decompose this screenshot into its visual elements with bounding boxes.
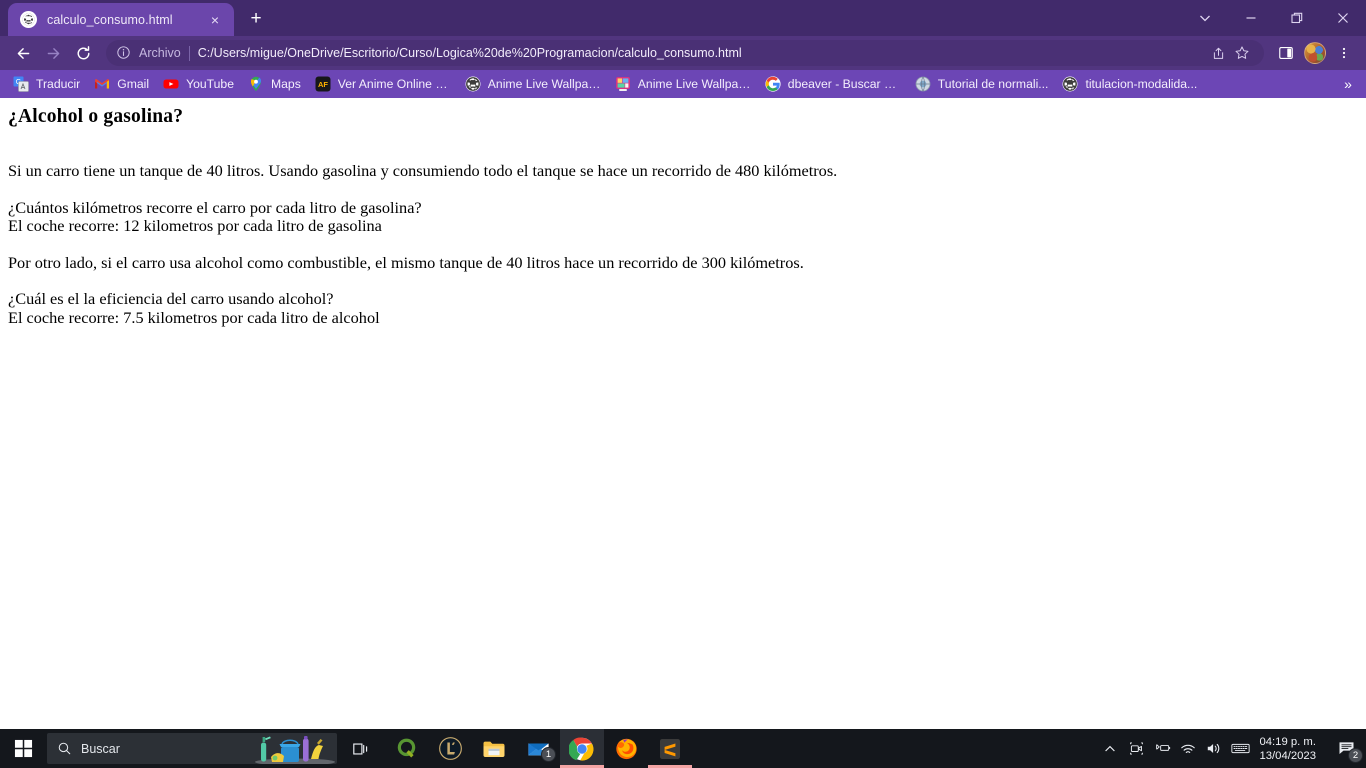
notifications-icon[interactable]: 2	[1326, 729, 1366, 768]
taskbar-app-file-explorer[interactable]	[472, 729, 516, 768]
bookmark-label: titulacion-modalida...	[1085, 77, 1198, 91]
page-spacer	[8, 128, 1358, 162]
three-dot-menu-icon[interactable]	[1330, 39, 1358, 67]
paragraph-problem-alcohol: Por otro lado, si el carro usa alcohol c…	[8, 252, 804, 272]
page-content: ¿Alcohol o gasolina? Si un carro tiene u…	[0, 98, 1366, 353]
close-window-icon[interactable]	[1320, 2, 1366, 34]
bookmark-label: Ver Anime Online H...	[337, 77, 451, 91]
minimize-icon[interactable]	[1228, 2, 1274, 34]
side-panel-icon[interactable]	[1272, 39, 1300, 67]
answer-km-por-litro-gasolina: El coche recorre: 12 kilometros por cada…	[8, 216, 382, 236]
youtube-icon	[163, 76, 179, 92]
google-g-icon	[765, 76, 781, 92]
windows-taskbar: Buscar 1 04:19 p. m. 13/04/2023 2	[0, 729, 1366, 768]
bookmark-titulacion-modalidad[interactable]: titulacion-modalida...	[1055, 73, 1204, 95]
back-button[interactable]	[8, 38, 38, 68]
star-icon[interactable]	[1230, 41, 1254, 65]
reload-button[interactable]	[68, 38, 98, 68]
taskbar-clock[interactable]: 04:19 p. m. 13/04/2023	[1253, 729, 1326, 768]
bookmark-traducir[interactable]: G Traducir	[6, 73, 87, 95]
paragraph-problem-gasolina: Si un carro tiene un tanque de 40 litros…	[8, 161, 838, 181]
page-viewport: ¿Alcohol o gasolina? Si un carro tiene u…	[0, 98, 1366, 729]
forward-button[interactable]	[38, 38, 68, 68]
tab-calculo-consumo[interactable]: calculo_consumo.html ×	[8, 3, 234, 36]
browser-window: calculo_consumo.html × + Archivo C:/User…	[0, 0, 1366, 729]
google-translate-icon: G	[13, 76, 29, 92]
omnibox-actions	[1206, 41, 1254, 65]
meet-camera-icon[interactable]	[1123, 729, 1149, 768]
page-title: ¿Alcohol o gasolina?	[8, 106, 184, 127]
tab-strip: calculo_consumo.html × +	[0, 0, 1366, 36]
tab-search-chevron-icon[interactable]	[1182, 2, 1228, 34]
close-icon[interactable]: ×	[204, 9, 226, 31]
bookmark-label: Maps	[270, 77, 301, 91]
bookmark-dbeaver-buscar[interactable]: dbeaver - Buscar co...	[758, 73, 908, 95]
volume-icon[interactable]	[1201, 729, 1227, 768]
bookmark-label: Anime Live Wallpap...	[487, 77, 601, 91]
taskbar-app-qgis[interactable]	[384, 729, 428, 768]
animeflv-icon: AF	[315, 76, 331, 92]
system-tray: 04:19 p. m. 13/04/2023 2	[1097, 729, 1366, 768]
browser-toolbar: Archivo C:/Users/migue/OneDrive/Escritor…	[0, 36, 1366, 70]
avatar[interactable]	[1304, 42, 1326, 64]
taskbar-app-sublime-text[interactable]	[648, 729, 692, 768]
bookmark-label: YouTube	[186, 77, 234, 91]
url-scheme-label: Archivo	[139, 46, 181, 60]
svg-text:AF: AF	[318, 80, 328, 89]
bookmark-maps[interactable]: Maps	[241, 73, 308, 95]
question-eficiencia-alcohol: ¿Cuál es el la eficiencia del carro usan…	[8, 289, 334, 309]
generic-site-icon	[915, 76, 931, 92]
bookmark-ver-anime-online[interactable]: AF Ver Anime Online H...	[308, 73, 458, 95]
bookmark-anime-live-wallpaper-1[interactable]: Anime Live Wallpap...	[458, 73, 608, 95]
new-tab-button[interactable]: +	[243, 5, 269, 31]
toolbar-right-actions	[1272, 39, 1358, 67]
tab-title: calculo_consumo.html	[47, 12, 173, 27]
bookmark-youtube[interactable]: YouTube	[156, 73, 241, 95]
bookmark-label: Traducir	[36, 77, 81, 91]
bookmark-gmail[interactable]: Gmail	[87, 73, 156, 95]
bluetooth-battery-icon[interactable]	[1149, 729, 1175, 768]
globe-icon	[20, 11, 37, 28]
search-icon	[47, 741, 81, 756]
omnibox-divider	[188, 45, 190, 61]
maximize-icon[interactable]	[1274, 2, 1320, 34]
info-circle-icon[interactable]	[116, 45, 132, 61]
bookmark-label: Tutorial de normali...	[937, 77, 1049, 91]
google-maps-icon	[248, 76, 264, 92]
windows-start-icon[interactable]	[0, 729, 47, 768]
search-decoration-image	[251, 733, 337, 764]
question-km-por-litro-gasolina: ¿Cuántos kilómetros recorre el carro por…	[8, 197, 422, 217]
globe-icon	[465, 76, 481, 92]
clock-time: 04:19 p. m.	[1259, 735, 1316, 748]
keyboard-icon[interactable]	[1227, 729, 1253, 768]
clock-date: 13/04/2023	[1259, 749, 1316, 762]
chevron-up-icon[interactable]	[1097, 729, 1123, 768]
bookmarks-bar: G Traducir Gmail	[0, 70, 1366, 98]
wifi-icon[interactable]	[1175, 729, 1201, 768]
bookmark-label: dbeaver - Buscar co...	[787, 77, 901, 91]
taskbar-search-box[interactable]: Buscar	[47, 733, 337, 764]
wallpaper-app-icon	[615, 76, 631, 92]
gmail-icon	[94, 76, 110, 92]
url-text[interactable]: C:/Users/migue/OneDrive/Escritorio/Curso…	[198, 46, 1206, 60]
taskbar-app-chrome[interactable]	[560, 729, 604, 768]
share-icon[interactable]	[1206, 41, 1230, 65]
address-bar[interactable]: Archivo C:/Users/migue/OneDrive/Escritor…	[106, 40, 1264, 66]
notifications-badge: 2	[1348, 748, 1363, 763]
bookmark-tutorial-normalizacion[interactable]: Tutorial de normali...	[908, 73, 1056, 95]
taskbar-app-firefox[interactable]	[604, 729, 648, 768]
bookmarks-overflow-button[interactable]: »	[1336, 76, 1360, 92]
window-controls	[1182, 0, 1366, 36]
globe-icon	[1062, 76, 1078, 92]
task-view-icon[interactable]	[337, 729, 384, 768]
answer-eficiencia-alcohol: El coche recorre: 7.5 kilometros por cad…	[8, 307, 380, 327]
bookmark-label: Anime Live Wallpap...	[637, 77, 751, 91]
bookmark-anime-live-wallpaper-2[interactable]: Anime Live Wallpap...	[608, 73, 758, 95]
mail-unread-badge: 1	[541, 747, 556, 762]
taskbar-app-mail[interactable]: 1	[516, 729, 560, 768]
taskbar-app-league-of-legends[interactable]	[428, 729, 472, 768]
bookmark-label: Gmail	[117, 77, 150, 91]
